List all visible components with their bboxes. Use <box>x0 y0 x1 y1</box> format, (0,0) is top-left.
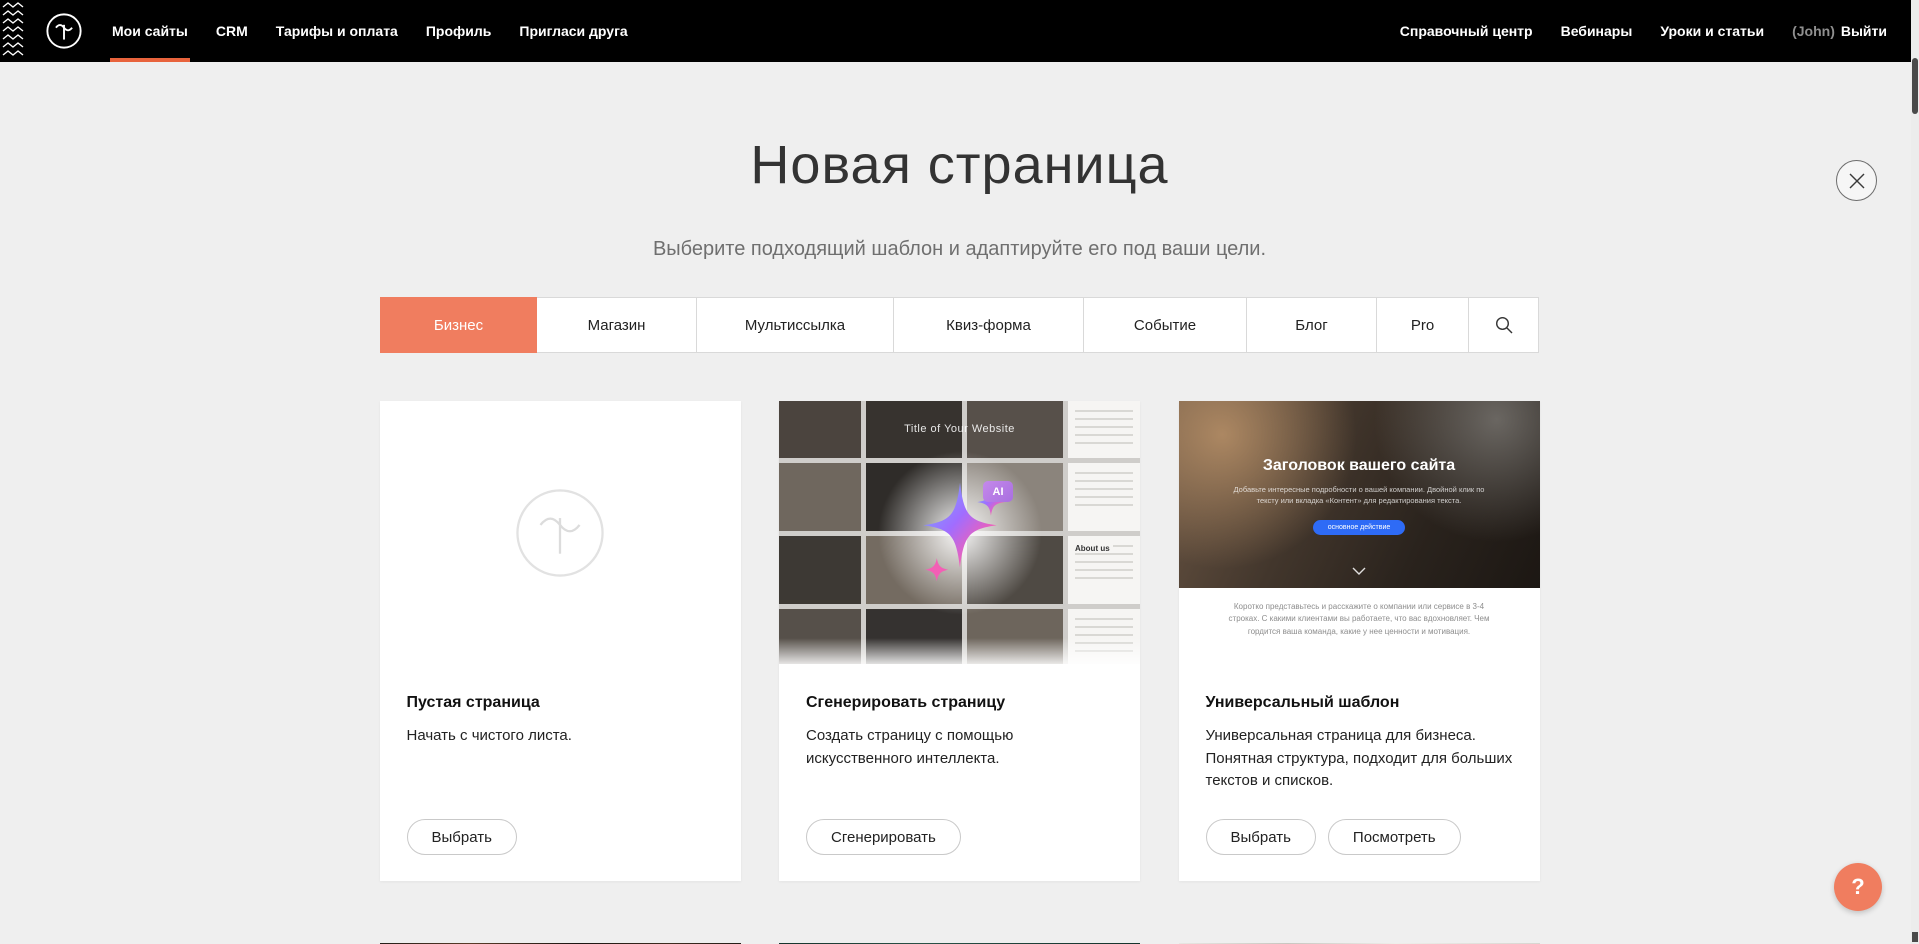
scrollbar-end[interactable] <box>1912 932 1918 942</box>
preview-hero-title: Заголовок вашего сайта <box>1179 401 1540 475</box>
nav-lessons[interactable]: Уроки и статьи <box>1646 0 1778 62</box>
collage-site-title: Title of Your Website <box>779 423 1140 435</box>
main-content: Новая страница Выберите подходящий шабло… <box>0 62 1919 944</box>
card-description: Создать страницу с помощью искусственног… <box>806 725 1113 770</box>
about-us-label: About us <box>1075 544 1113 553</box>
top-navbar: Мои сайты CRM Тарифы и оплата Профиль Пр… <box>0 0 1919 62</box>
collage-tile <box>779 536 861 604</box>
tab-search[interactable] <box>1469 297 1539 353</box>
close-icon <box>1849 173 1865 189</box>
preview-body-text: Коротко представьтесь и расскажите о ком… <box>1179 588 1540 664</box>
card-description: Начать с чистого листа. <box>407 725 714 748</box>
tilda-watermark-icon <box>514 487 606 579</box>
collage-about-tile: About us <box>1068 536 1140 604</box>
page-title: Новая страница <box>0 62 1919 196</box>
preview-hero: Заголовок вашего сайта Добавьте интересн… <box>1179 401 1540 588</box>
template-card-ai-generate[interactable]: About us Title of Your Website <box>779 401 1140 881</box>
scrollbar[interactable] <box>1911 0 1919 944</box>
nav-crm[interactable]: CRM <box>202 0 262 62</box>
zigzag-pattern-icon <box>0 0 26 62</box>
tab-business[interactable]: Бизнес <box>380 297 537 353</box>
nav-webinars[interactable]: Вебинары <box>1547 0 1647 62</box>
search-icon <box>1495 316 1513 334</box>
template-grid: Пустая страница Начать с чистого листа. … <box>380 401 1540 881</box>
card-description: Универсальная страница для бизнеса. Поня… <box>1206 725 1513 793</box>
user-name: (John) <box>1792 23 1835 39</box>
logout-link[interactable]: Выйти <box>1841 23 1887 39</box>
card-actions: Выбрать Посмотреть <box>1206 819 1461 855</box>
navbar-right: Справочный центр Вебинары Уроки и статьи… <box>1386 0 1919 62</box>
nav-user: (John) Выйти <box>1778 0 1901 62</box>
collage-doc-tile <box>1068 463 1140 531</box>
page-subtitle: Выберите подходящий шаблон и адаптируйте… <box>0 238 1919 261</box>
choose-button[interactable]: Выбрать <box>407 819 517 855</box>
card-title: Пустая страница <box>407 694 714 712</box>
nav-profile[interactable]: Профиль <box>412 0 506 62</box>
collage-doc-tile <box>1068 609 1140 664</box>
scrollbar-thumb[interactable] <box>1912 58 1918 114</box>
collage-tile <box>779 463 861 531</box>
tab-multilink[interactable]: Мультиссылка <box>697 297 894 353</box>
nav-help-center[interactable]: Справочный центр <box>1386 0 1547 62</box>
generate-button[interactable]: Сгенерировать <box>806 819 961 855</box>
card-title: Сгенерировать страницу <box>806 694 1113 712</box>
nav-pricing[interactable]: Тарифы и оплата <box>262 0 412 62</box>
nav-invite-friend[interactable]: Пригласи друга <box>505 0 641 62</box>
blank-preview <box>380 401 741 664</box>
card-body: Пустая страница Начать с чистого листа. <box>380 664 741 748</box>
template-card-universal[interactable]: Заголовок вашего сайта Добавьте интересн… <box>1179 401 1540 881</box>
collage-tile <box>779 609 861 664</box>
ai-badge: AI <box>983 481 1013 502</box>
view-button[interactable]: Посмотреть <box>1328 819 1461 855</box>
card-title: Универсальный шаблон <box>1206 694 1513 712</box>
preview-cta-button: основное действие <box>1313 520 1405 535</box>
chevron-down-icon <box>1352 562 1366 580</box>
card-actions: Сгенерировать <box>806 819 961 855</box>
card-body: Универсальный шаблон Универсальная стран… <box>1179 664 1540 793</box>
universal-preview: Заголовок вашего сайта Добавьте интересн… <box>1179 401 1540 664</box>
navbar-left: Мои сайты CRM Тарифы и оплата Профиль Пр… <box>98 0 642 62</box>
card-body: Сгенерировать страницу Создать страницу … <box>779 664 1140 770</box>
ai-preview: About us Title of Your Website <box>779 401 1140 664</box>
tab-store[interactable]: Магазин <box>537 297 697 353</box>
nav-my-sites[interactable]: Мои сайты <box>98 0 202 62</box>
tilda-logo[interactable] <box>44 11 84 51</box>
template-category-tabs: Бизнес Магазин Мультиссылка Квиз-форма С… <box>380 297 1539 353</box>
tab-pro[interactable]: Pro <box>1377 297 1469 353</box>
tab-event[interactable]: Событие <box>1084 297 1247 353</box>
choose-button[interactable]: Выбрать <box>1206 819 1316 855</box>
tab-blog[interactable]: Блог <box>1247 297 1377 353</box>
help-button[interactable]: ? <box>1834 863 1882 911</box>
tab-quiz-form[interactable]: Квиз-форма <box>894 297 1084 353</box>
preview-hero-subtext: Добавьте интересные подробности о вашей … <box>1229 484 1489 507</box>
card-actions: Выбрать <box>407 819 517 855</box>
close-button[interactable] <box>1836 160 1877 201</box>
template-card-blank[interactable]: Пустая страница Начать с чистого листа. … <box>380 401 741 881</box>
